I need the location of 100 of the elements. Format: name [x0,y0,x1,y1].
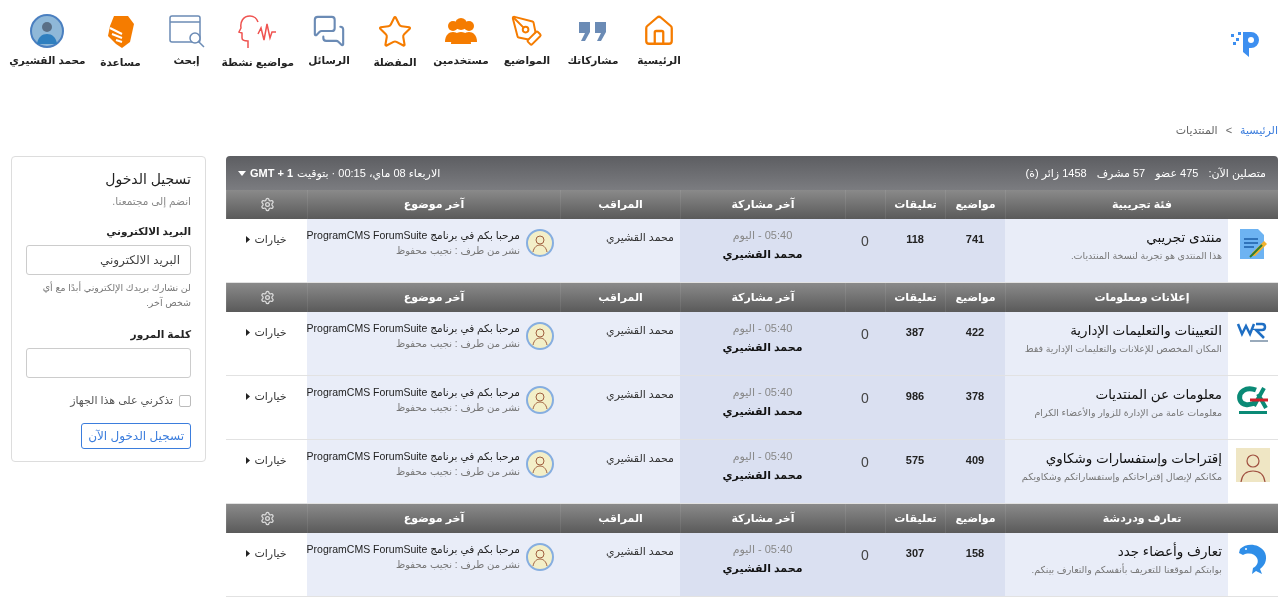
last-post-time: 05:40 - اليوم [731,229,794,242]
comments-count: 307 [904,546,926,559]
online-count: 1458 زائر (ة) [1025,166,1087,180]
users-count: 0 [860,453,870,470]
online-label: متصلين الآن: [1208,166,1266,180]
settings-icon[interactable] [259,197,275,212]
last-topic-author: نشر من طرف : نجيب محفوظ [394,559,520,570]
last-post-time: 05:40 - اليوم [731,543,794,556]
users-count: 0 [860,232,870,249]
star-icon [377,14,413,50]
head-waveform-icon [237,14,278,50]
users-count: 0 [860,325,870,342]
column-header: آخر مشاركة [731,291,795,304]
nav-item[interactable]: مستخدمين [430,14,492,66]
password-label: كلمة المرور [129,328,191,341]
comments-count: 118 [905,232,925,245]
pen-icon [510,14,544,48]
nav-item[interactable]: مواضيع نشطة [221,14,294,68]
forum-description: بوابتكم لموقعنا للتعريف بأنفسكم والتعارف بينكم. [1030,563,1222,578]
nav-item[interactable]: إبحث [155,14,218,66]
comments-count: 986 [904,389,926,402]
last-post-time: 05:40 - اليوم [731,322,794,335]
forum-description: هذا المنتدى هو تجربة لنسخة المنتديات. [1069,249,1222,263]
caret-icon [246,393,251,400]
options-menu[interactable]: خيارات [232,543,301,560]
options-menu[interactable]: خيارات [232,386,301,403]
forum-logo [1236,320,1270,344]
forum-description: مكانكم لإيصال إقتراحاتكم وإستفساراتكم وشكاويكم [1020,470,1222,485]
password-field[interactable] [26,348,191,379]
last-topic-title[interactable]: مرحبا بكم في برنامج ProgramCMS ForumSuite [306,229,520,241]
last-topic-title[interactable]: مرحبا بكم في برنامج ProgramCMS ForumSuite [306,386,520,398]
last-topic-author: نشر من طرف : نجيب محفوظ [394,245,520,256]
column-header: آخر موضوع [403,291,465,304]
column-header: المراقب [598,291,643,304]
last-topic-title[interactable]: مرحبا بكم في برنامج ProgramCMS ForumSuite [306,322,520,334]
timezone-selector[interactable]: GMT + 1 [250,167,294,179]
caret-icon [246,550,251,557]
topics-count: 409 [964,453,986,466]
nav-item[interactable]: محمد القشيري [9,14,86,66]
column-header: تعليقات [894,198,937,211]
column-header: مواضيع [955,291,996,304]
last-post-user[interactable]: محمد القشيري [686,405,839,418]
login-button[interactable]: تسجيل الدخول الآن [81,423,191,450]
nav-item[interactable]: المواضيع [496,14,558,66]
window-search-icon [167,14,206,48]
topics-count: 378 [964,389,986,402]
email-help: لن نشارك بريدك الإلكتروني أبدًا مع أي شخص آخر. [41,280,191,311]
forum-title[interactable]: معلومات عن المنتديات [1011,386,1222,402]
last-post-user[interactable]: محمد القشيري [686,341,839,354]
forum-title[interactable]: تعارف وأعضاء جدد [1011,543,1222,559]
forum-title[interactable]: إقتراحات وإستفسارات وشكاوي [1011,450,1222,466]
last-topic-title[interactable]: مرحبا بكم في برنامج ProgramCMS ForumSuite [306,450,520,462]
category-title: تعارف ودردشة [1102,512,1182,525]
online-count: 57 مشرف [1096,166,1146,180]
forum-description: المكان المخصص للإعلانات والتعليمات الإدارية فقط [1023,342,1222,357]
user-avatar [526,229,554,257]
last-post-time: 05:40 - اليوم [731,450,794,463]
nav-item[interactable]: مشاركاتك [562,14,624,66]
online-count: 475 عضو [1155,166,1199,180]
column-header: المراقب [598,512,643,525]
topics-count: 158 [964,546,986,559]
user-avatar [526,386,554,414]
column-header: آخر موضوع [403,512,465,525]
column-header: آخر موضوع [403,198,465,211]
last-topic-author: نشر من طرف : نجيب محفوظ [394,466,520,477]
login-subtitle: انضم إلى مجتمعنا. [111,195,191,207]
column-header: آخر مشاركة [731,198,795,211]
nav-item[interactable]: الرئيسية [628,14,690,66]
column-header: مواضيع [955,198,996,211]
topics-count: 422 [964,325,986,338]
column-header: مواضيع [955,512,996,525]
settings-icon[interactable] [259,511,275,526]
options-menu[interactable]: خيارات [232,322,301,339]
nav-item[interactable]: مساعدة [89,14,152,68]
email-label: البريد الالكتروني [105,225,191,237]
category-title: إعلانات ومعلومات [1094,291,1190,304]
comments-count: 387 [904,325,926,338]
last-post-user[interactable]: محمد القشيري [686,562,839,575]
last-post-user[interactable]: محمد القشيري [686,469,839,482]
options-menu[interactable]: خيارات [232,229,301,246]
forum-title[interactable]: منتدى تجريبي [1011,229,1222,245]
column-header: تعليقات [894,291,937,304]
last-topic-title[interactable]: مرحبا بكم في برنامج ProgramCMS ForumSuite [306,543,520,555]
login-title: تسجيل الدخول [104,171,191,187]
options-menu[interactable]: خيارات [232,450,301,467]
nav-item[interactable]: الرسائل [298,14,360,66]
user-avatar [526,543,554,571]
topics-count: 741 [964,232,986,245]
last-post-time: 05:40 - اليوم [731,386,794,399]
forum-title[interactable]: التعيينات والتعليمات الإدارية [1011,322,1222,338]
breadcrumb-link[interactable]: الرئيسية [1240,123,1278,137]
email-field[interactable]: البريد الالكتروني [26,245,191,275]
caret-icon [238,170,246,176]
breadcrumb-separator: > [1225,124,1233,136]
settings-icon[interactable] [259,290,275,305]
last-topic-author: نشر من طرف : نجيب محفوظ [394,402,520,413]
last-post-user[interactable]: محمد القشيري [686,248,839,261]
nav-item[interactable]: المفضلة [364,14,426,68]
remember-checkbox[interactable] [179,394,191,407]
column-header: آخر مشاركة [731,512,795,525]
